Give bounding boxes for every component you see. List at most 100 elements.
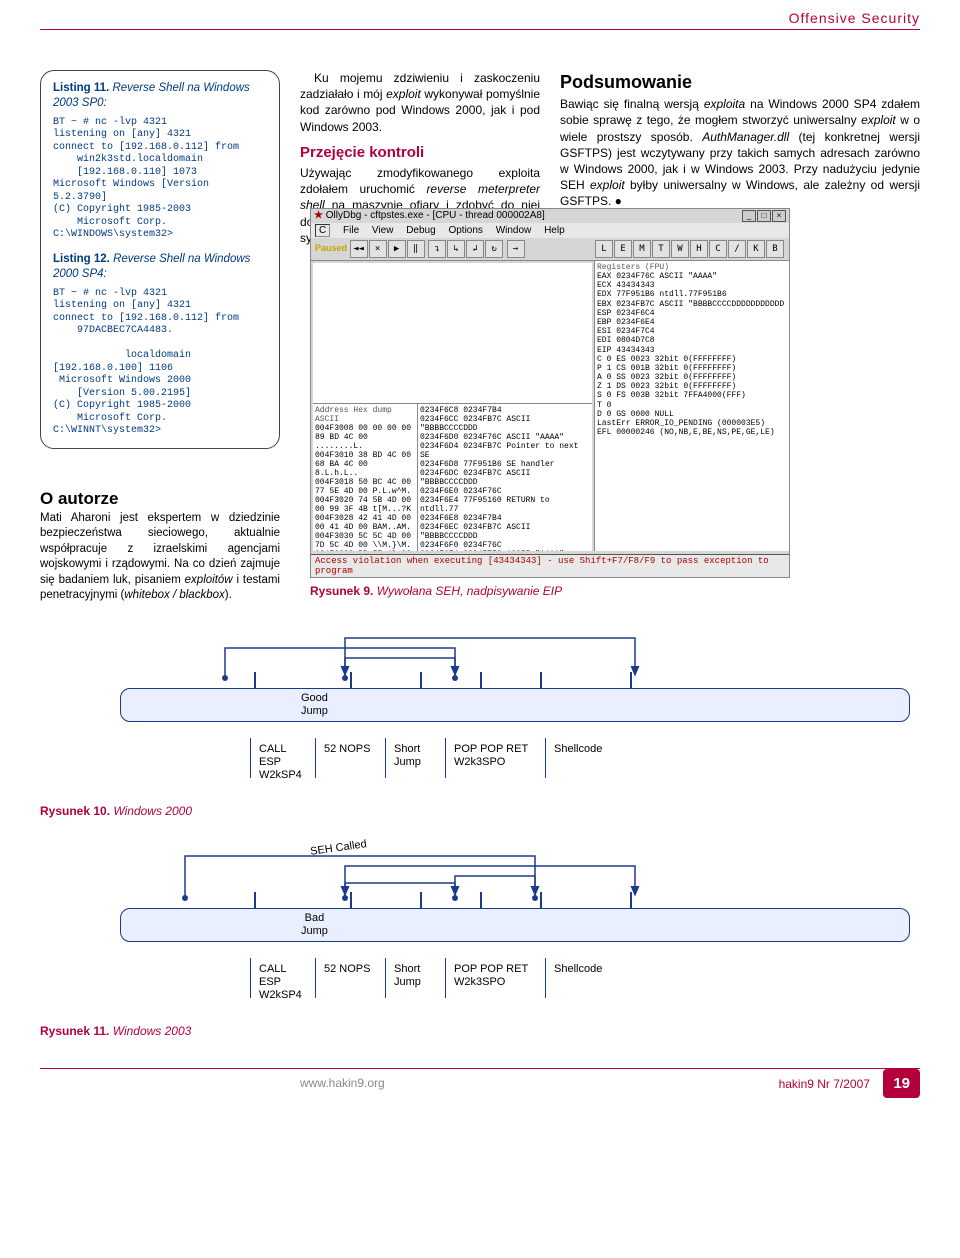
register-line: ESP 0234F6C4 <box>597 309 787 318</box>
hex-line: 004F3028 42 41 4D 00 00 41 4D 00 BAM..AM… <box>315 514 415 532</box>
header-title: Offensive Security <box>40 10 920 30</box>
diagram-entry: POP POP RETW2k3SPO <box>445 738 545 778</box>
register-line: EFL 00000246 (NO,NB,E,BE,NS,PE,GE,LE) <box>597 428 787 437</box>
r-p1a: Bawiąc się finalną wersją <box>560 97 704 111</box>
about-author-box: O autorze Mati Aharoni jest ekspertem w … <box>40 489 280 604</box>
toolbar-letter: B <box>766 240 784 258</box>
register-line: A 0 SS 0023 32bit 0(FFFFFFFF) <box>597 373 787 382</box>
hex-line: 004F3038 BB 5E 4D 00 00 1A 40 E8 .^M...@… <box>315 550 415 551</box>
stack-line: 0234F6E0 0234F76C <box>420 487 590 496</box>
r-em4: exploit <box>590 178 625 192</box>
window-buttons: _□× <box>741 210 786 222</box>
stack-line: 0234F6D8 77F951B6 SE handler <box>420 460 590 469</box>
ollydbg-letters: LEMTWHC/KB <box>595 240 785 258</box>
r-em1: exploita <box>704 97 745 111</box>
about-author-em-2: whitebox / blackbox <box>124 589 224 601</box>
ollydbg-status: Access violation when executing [4343434… <box>311 554 789 577</box>
register-line: S 0 FS 003B 32bit 7FFA4000(FFF) <box>597 391 787 400</box>
register-line: EIP 43434343 <box>597 346 787 355</box>
register-line: EDI 0804D7C8 <box>597 336 787 345</box>
seh-called-label: SEH Called <box>309 838 367 858</box>
toolbar-icon: ◄◄ <box>350 240 368 258</box>
ollydbg-menubar: C File View Debug Options Window Help <box>311 223 789 238</box>
register-line: EBP 0234F6E4 <box>597 318 787 327</box>
good-jump-label: Good Jump <box>301 692 328 717</box>
diagram-entry: CALL ESPW2kSP4 <box>250 738 315 778</box>
diagram-entry: 52 NOPS <box>315 958 385 998</box>
about-author-text-3: ). <box>225 589 232 601</box>
listing-11-box: Listing 11. Reverse Shell na Windows 200… <box>40 70 280 449</box>
bad-jump-label: Bad Jump <box>301 912 328 937</box>
fig9-caption: Wywołana SEH, nadpisywanie EIP <box>377 584 562 598</box>
hex-line: 004F3020 74 5B 4D 00 00 99 3F 4B t[M...?… <box>315 496 415 514</box>
stack-line: 0234F6EC 0234FB7C ASCII "BBBBCCCCDDD <box>420 523 590 541</box>
registers-header: Registers (FPU) <box>597 263 787 272</box>
mid-p1-em: exploit <box>386 87 421 101</box>
toolbar-letter: L <box>595 240 613 258</box>
register-line: EAX 0234F76C ASCII "AAAA" <box>597 272 787 281</box>
register-line: T 0 <box>597 401 787 410</box>
r-em2: exploit <box>861 113 896 127</box>
about-author-heading: O autorze <box>40 489 280 509</box>
stack-line: 0234F6D4 0234FB7C Pointer to next SE <box>420 442 590 460</box>
footer-url: www.hakin9.org <box>300 1076 385 1090</box>
listing-11-code: BT ~ # nc -lvp 4321 listening on [any] 4… <box>53 117 267 242</box>
stack-line: 0234F6E4 77F95160 RETURN to ntdll.77 <box>420 496 590 514</box>
register-line: Z 1 DS 0023 32bit 0(FFFFFFFF) <box>597 382 787 391</box>
diagram-entry: ShortJump <box>385 738 445 778</box>
hex-line: 004F3008 00 00 00 00 89 BD 4C 00 .......… <box>315 424 415 451</box>
fig9-label: Rysunek 9. <box>310 584 373 598</box>
ollydbg-paused: Paused <box>315 243 347 253</box>
footer-pagenum: 19 <box>883 1069 920 1098</box>
diagram-entry: 52 NOPS <box>315 738 385 778</box>
stack-line: 0234F6F4 0234F75C ASCII "AAAA" <box>420 550 590 551</box>
stack-line: 0234F6DC 0234FB7C ASCII "BBBBCCCCDDD <box>420 469 590 487</box>
diagram-entry: Shellcode <box>545 958 910 998</box>
r-em3: AuthManager.dll <box>702 130 789 144</box>
register-line: ECX 43434343 <box>597 281 787 290</box>
stack-line: 0234F6E8 0234F7B4 <box>420 514 590 523</box>
stack-line: 0234F6C8 0234F7B4 <box>420 406 590 415</box>
stack-line: 0234F6CC 0234FB7C ASCII "BBBBCCCCDDD <box>420 415 590 433</box>
toolbar-letter: W <box>671 240 689 258</box>
register-line: LastErr ERROR_IO_PENDING (000003E5) <box>597 419 787 428</box>
diagram-entry: POP POP RETW2k3SPO <box>445 958 545 998</box>
register-line: C 0 ES 0023 32bit 0(FFFFFFFF) <box>597 355 787 364</box>
register-line: EBX 0234FB7C ASCII "BBBBCCCCDDDDDDDDDDD <box>597 300 787 309</box>
hex-line: 004F3018 50 BC 4C 00 77 5E 4D 00 P.L.w^M… <box>315 478 415 496</box>
ollydbg-screenshot: ★ OllyDbg - cftpstes.exe - [CPU - thread… <box>310 208 790 578</box>
fig11-caption: Windows 2003 <box>113 1024 192 1038</box>
listing-12-label: Listing 12. <box>53 253 110 265</box>
ollydbg-title: OllyDbg - cftpstes.exe - [CPU - thread 0… <box>326 210 545 221</box>
listing-12-code: BT ~ # nc -lvp 4321 listening on [any] 4… <box>53 288 267 438</box>
toolbar-letter: M <box>633 240 651 258</box>
footer-issue: hakin9 Nr 7/2007 <box>779 1077 870 1091</box>
stack-line: 0234F6D0 0234F76C ASCII "AAAA" <box>420 433 590 442</box>
hex-line: 004F3030 5C 5C 4D 00 7D 5C 4D 00 \\M.}\M… <box>315 532 415 550</box>
toolbar-letter: C <box>709 240 727 258</box>
hex-line: 004F3010 38 BD 4C 00 68 BA 4C 00 8.L.h.L… <box>315 451 415 478</box>
register-line: P 1 CS 001B 32bit 0(FFFFFFFF) <box>597 364 787 373</box>
toolbar-letter: K <box>747 240 765 258</box>
diagram-entry: Shellcode <box>545 738 910 778</box>
register-line: ESI 0234F7C4 <box>597 327 787 336</box>
register-line: EDX 77F951B6 ntdll.77F951B6 <box>597 290 787 299</box>
stack-line: 0234F6F0 0234F76C <box>420 541 590 550</box>
fig10-caption: Windows 2000 <box>113 804 192 818</box>
diagram-win2000: Good Jump CALL ESPW2kSP452 NOPSShortJump… <box>40 618 920 798</box>
fig10-label: Rysunek 10. <box>40 804 110 818</box>
section-przejecie: Przejęcie kontroli <box>300 143 540 163</box>
toolbar-letter: E <box>614 240 632 258</box>
listing-11-label: Listing 11. <box>53 82 109 94</box>
hex-header: Address Hex dump ASCII <box>315 406 415 424</box>
register-line: D 0 GS 0000 NULL <box>597 410 787 419</box>
toolbar-letter: T <box>652 240 670 258</box>
diagram-entry: ShortJump <box>385 958 445 998</box>
about-author-em-1: exploitów <box>185 574 233 586</box>
toolbar-letter: H <box>690 240 708 258</box>
fig11-label: Rysunek 11. <box>40 1024 109 1038</box>
diagram-entry: CALL ESPW2kSP4 <box>250 958 315 998</box>
diagram-win2003: SEH Called Bad Jump CALL ESPW2kSP452 NOP… <box>40 838 920 1018</box>
toolbar-letter: / <box>728 240 746 258</box>
section-podsumowanie: Podsumowanie <box>560 70 920 94</box>
